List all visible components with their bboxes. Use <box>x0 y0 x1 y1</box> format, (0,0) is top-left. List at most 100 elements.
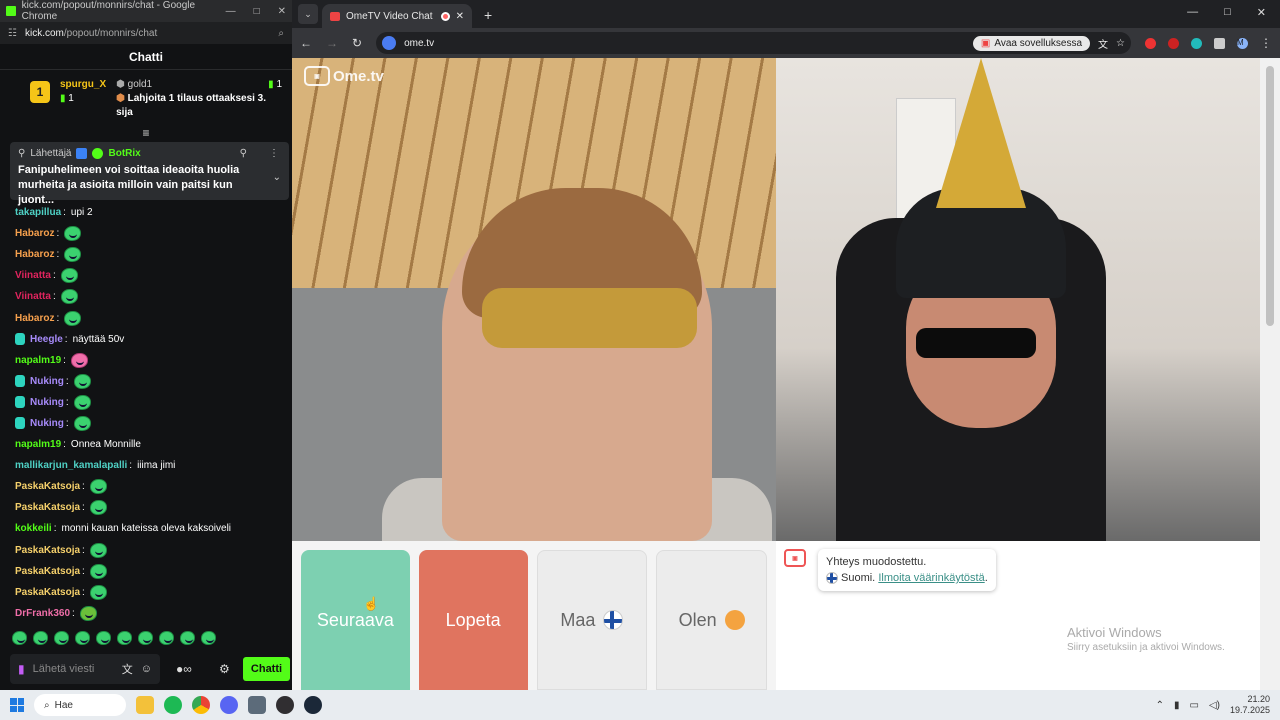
chat-message: DrFrank360: <box>15 603 292 624</box>
stop-button[interactable]: Lopeta <box>418 550 528 690</box>
discord-icon[interactable] <box>220 696 238 714</box>
chat-username[interactable]: PaskaKatsoja <box>15 545 80 556</box>
tab-close-icon[interactable]: ✕ <box>456 11 464 22</box>
emote-icon[interactable] <box>12 631 27 645</box>
chat-username[interactable]: Habaroz <box>15 228 54 239</box>
zoom-icon[interactable]: ⌕ <box>278 28 284 39</box>
emote-icon[interactable] <box>180 631 195 645</box>
profile-avatar[interactable]: M <box>1237 37 1248 49</box>
left-url-bar[interactable]: ☷ kick.com/popout/monnirs/chat ⌕ <box>0 22 292 44</box>
site-info-icon[interactable] <box>382 36 397 50</box>
translate-icon[interactable]: 文 <box>122 661 133 677</box>
gift-cta-text[interactable]: Lahjoita 1 tilaus ottaaksesi 3. sija <box>116 93 266 118</box>
back-icon[interactable]: ← <box>300 36 312 50</box>
top-gifter-name[interactable]: spurgu_X <box>60 78 106 92</box>
bookmark-star-icon[interactable]: ☆ <box>1116 38 1125 49</box>
file-explorer-icon[interactable] <box>136 696 154 714</box>
emote-icon <box>64 310 82 326</box>
emote-icon[interactable] <box>201 631 216 645</box>
taskbar-search[interactable]: ⌕ Hae <box>34 694 126 716</box>
chat-message: Nuking: <box>15 413 292 434</box>
report-abuse-link[interactable]: Ilmoita väärinkäytöstä <box>878 572 984 584</box>
microphone-icon[interactable]: ▮ <box>18 662 25 676</box>
steam-icon[interactable] <box>304 696 322 714</box>
emoji-icon[interactable]: ☺ <box>141 663 152 675</box>
emote-icon[interactable] <box>54 631 69 645</box>
forward-icon[interactable]: → <box>326 36 338 50</box>
chat-username[interactable]: Heegle <box>30 334 63 345</box>
mic-tray-icon[interactable]: ▮ <box>1174 700 1180 711</box>
points-icon[interactable]: ●∞ <box>176 654 192 684</box>
ometv-logo-icon: ▣ <box>304 66 330 86</box>
chat-username[interactable]: PaskaKatsoja <box>15 502 80 513</box>
display-icon[interactable]: ▭ <box>1189 700 1198 711</box>
page-scrollbar[interactable] <box>1260 58 1280 690</box>
more-options-icon[interactable]: ⋮ <box>269 148 279 159</box>
minimize-icon[interactable]: — <box>1187 6 1198 19</box>
close-icon[interactable]: ✕ <box>278 6 286 17</box>
start-button[interactable] <box>10 698 24 712</box>
settings-gear-icon[interactable]: ⚙ <box>219 654 230 684</box>
pinned-sender[interactable]: BotRix <box>108 148 140 159</box>
extension-icon[interactable] <box>1191 37 1202 49</box>
emote-icon[interactable] <box>117 631 132 645</box>
chat-username[interactable]: takapillua <box>15 207 61 218</box>
minimize-icon[interactable]: — <box>226 6 236 17</box>
emote-icon[interactable] <box>138 631 153 645</box>
puzzle-icon[interactable] <box>1214 37 1225 49</box>
chat-username[interactable]: Nuking <box>30 418 64 429</box>
tab-ometv[interactable]: OmeTV Video Chat — Ome ✕ <box>322 4 472 28</box>
collapse-leaderboard-icon[interactable]: ≡ <box>0 126 292 140</box>
calculator-icon[interactable] <box>248 696 266 714</box>
reload-icon[interactable]: ↻ <box>352 36 362 50</box>
country-label: Maa <box>560 609 596 630</box>
chrome-icon[interactable] <box>192 696 210 714</box>
extension-icon[interactable] <box>1168 37 1179 49</box>
chat-input[interactable]: ▮ Lähetä viesti 文 ☺ <box>10 654 160 684</box>
unpin-icon[interactable]: ⚲ <box>240 148 247 159</box>
emote-icon[interactable] <box>96 631 111 645</box>
clock[interactable]: 21.20 19.7.2025 <box>1230 694 1270 716</box>
chat-username[interactable]: PaskaKatsoja <box>15 587 80 598</box>
chat-username[interactable]: Habaroz <box>15 313 54 324</box>
address-bar[interactable]: ome.tv ▣ Avaa sovelluksessa 文 ☆ <box>376 32 1131 54</box>
chat-username[interactable]: napalm19 <box>15 439 61 450</box>
chat-username[interactable]: Habaroz <box>15 249 54 260</box>
chat-username[interactable]: PaskaKatsoja <box>15 481 80 492</box>
chat-username[interactable]: DrFrank360 <box>15 608 70 619</box>
emote-icon[interactable] <box>159 631 174 645</box>
chat-username[interactable]: Nuking <box>30 397 64 408</box>
new-tab-icon[interactable]: + <box>484 7 492 23</box>
next-button[interactable]: Seuraava <box>301 550 410 690</box>
close-icon[interactable]: ✕ <box>1257 6 1266 19</box>
chevron-up-icon[interactable]: ⌃ <box>1156 700 1164 711</box>
open-in-app-button[interactable]: ▣ Avaa sovelluksessa <box>972 35 1091 51</box>
maximize-icon[interactable]: □ <box>1224 6 1231 19</box>
tab-search-icon[interactable]: ⌄ <box>298 4 318 24</box>
spotify-icon[interactable] <box>164 696 182 714</box>
chat-username[interactable]: Viinatta <box>15 270 51 281</box>
volume-icon[interactable]: ◁) <box>1209 700 1220 711</box>
country-button[interactable]: Maa <box>536 550 648 690</box>
chat-username[interactable]: mallikarjun_kamalapalli <box>15 460 127 471</box>
chat-username[interactable]: napalm19 <box>15 355 61 366</box>
chat-username[interactable]: PaskaKatsoja <box>15 566 80 577</box>
gold-icon: ⬢ <box>116 79 125 90</box>
chat-username[interactable]: Viinatta <box>15 291 51 302</box>
emote-icon <box>73 415 91 431</box>
chevron-down-icon[interactable]: ⌄ <box>273 172 281 183</box>
gender-button[interactable]: Olen <box>656 550 767 690</box>
emote-icon[interactable] <box>33 631 48 645</box>
chat-username[interactable]: kokkeili <box>15 523 52 534</box>
maximize-icon[interactable]: □ <box>254 6 260 17</box>
menu-icon[interactable]: ⋮ <box>1260 36 1272 50</box>
text-chat-panel: ▣ Yhteys muodostettu. Suomi. Ilmoita vää… <box>776 541 1260 690</box>
chat-username[interactable]: Nuking <box>30 376 64 387</box>
activate-windows-watermark: Aktivoi Windows Siirry asetuksiin ja akt… <box>1067 625 1225 653</box>
obs-icon[interactable] <box>276 696 294 714</box>
site-settings-icon[interactable]: ☷ <box>8 28 17 39</box>
send-chat-button[interactable]: Chatti <box>243 657 290 681</box>
extension-icon[interactable] <box>1145 37 1156 49</box>
translate-page-icon[interactable]: 文 <box>1098 36 1108 51</box>
emote-icon[interactable] <box>75 631 90 645</box>
